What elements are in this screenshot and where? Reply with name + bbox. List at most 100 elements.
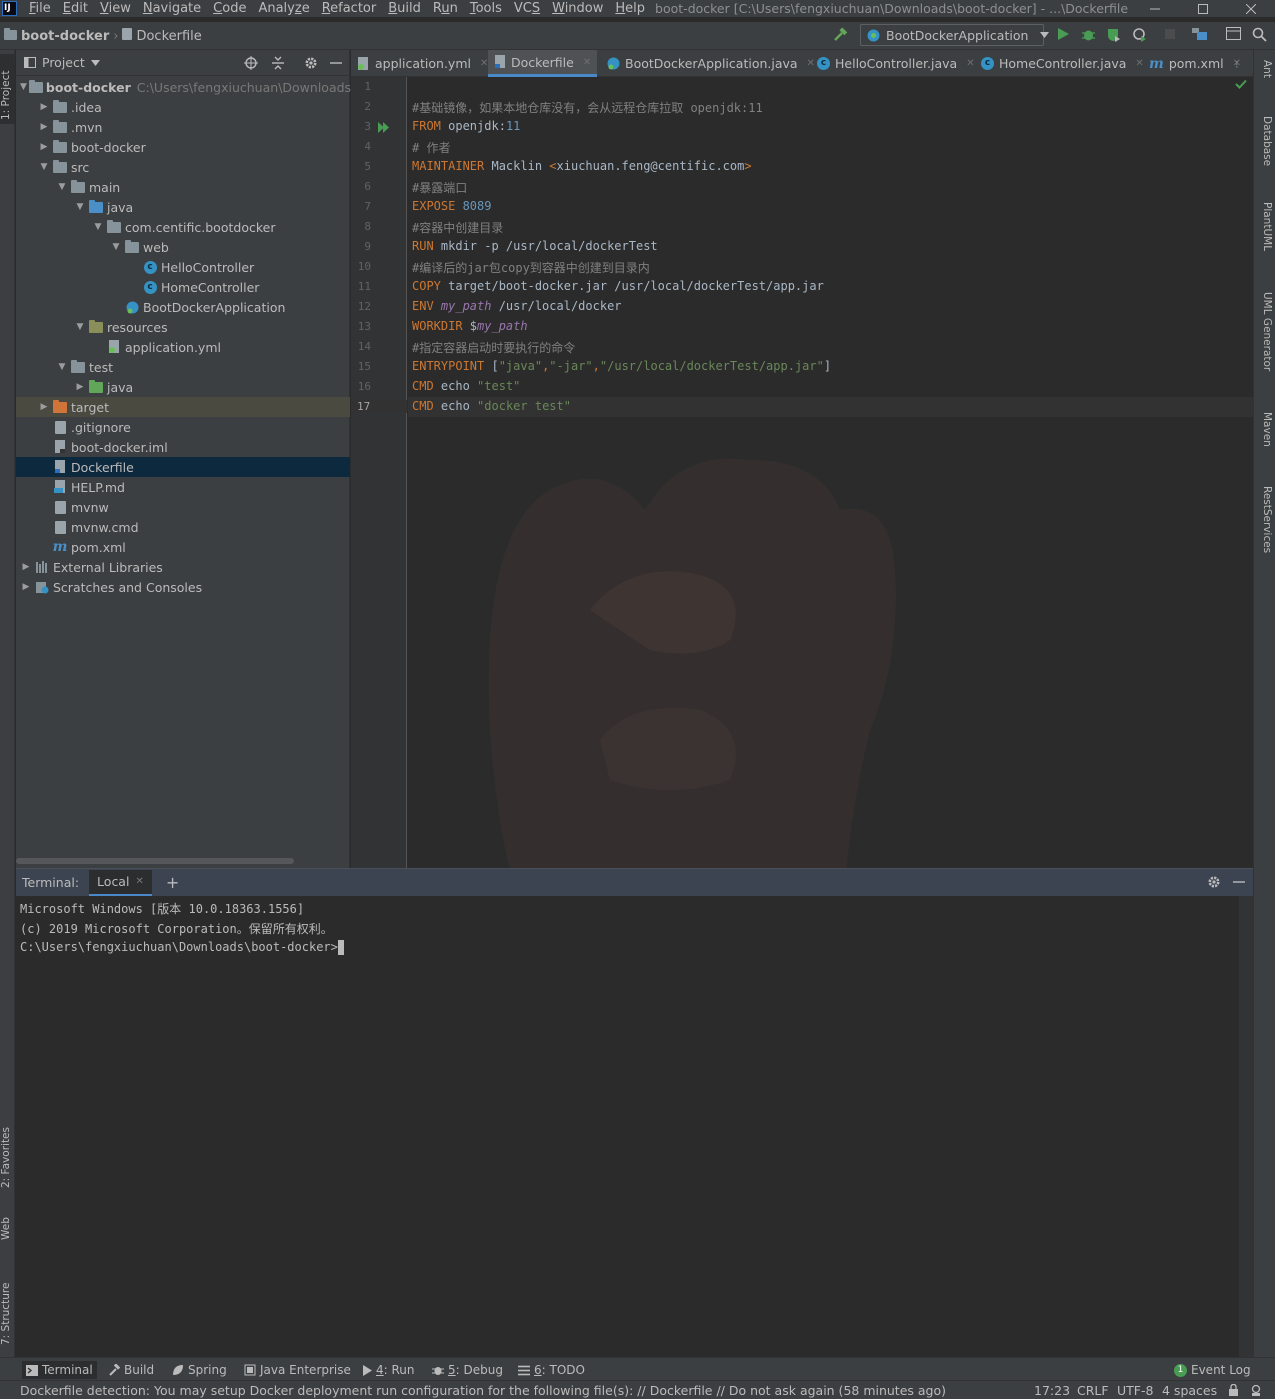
expand-arrow-right-icon[interactable]: ▶ — [20, 582, 32, 592]
tree-item[interactable]: ▶ boot-docker — [16, 137, 350, 157]
tree-item[interactable]: ▼ src — [16, 157, 350, 177]
close-window-icon[interactable] — [1227, 0, 1275, 17]
tree-item[interactable]: ▶ .mvn — [16, 117, 350, 137]
tree-item[interactable]: boot-docker.iml — [16, 437, 350, 457]
tree-item[interactable]: HELP.md — [16, 477, 350, 497]
menu-item[interactable]: Tools — [464, 0, 508, 17]
debug-icon[interactable] — [1081, 27, 1096, 42]
menu-item[interactable]: VCS — [508, 0, 546, 17]
expand-arrow-down-icon[interactable]: ▼ — [56, 182, 68, 192]
expand-arrow-down-icon[interactable]: ▼ — [74, 202, 86, 212]
tree-item[interactable]: c HomeController — [16, 277, 350, 297]
tab-homecontroller[interactable]: c HomeController.java ✕ — [975, 50, 1150, 77]
indent-setting[interactable]: 4 spaces — [1162, 1383, 1217, 1398]
menu-item[interactable]: File — [23, 0, 57, 17]
code-editor[interactable]: #基础镜像，如果本地仓库没有，会从远程仓库拉取 openjdk:11 FROM … — [408, 77, 1253, 868]
chevron-down-icon[interactable] — [90, 59, 100, 66]
tree-item[interactable]: ▼ java — [16, 197, 350, 217]
menu-item[interactable]: View — [94, 0, 137, 17]
project-view-select[interactable]: Project — [42, 55, 85, 70]
todo-tool-tab[interactable]: 6: TODO — [514, 1361, 589, 1379]
vertical-scrollbar[interactable] — [1239, 896, 1253, 1357]
expand-arrow-down-icon[interactable]: ▼ — [110, 242, 122, 252]
expand-arrow-right-icon[interactable]: ▶ — [38, 142, 50, 152]
gear-icon[interactable] — [1207, 875, 1221, 889]
inspection-ok-icon[interactable] — [1235, 79, 1247, 89]
close-tab-icon[interactable]: ✕ — [583, 57, 591, 68]
tree-item[interactable]: ▼ test — [16, 357, 350, 377]
search-everywhere-icon[interactable] — [1252, 27, 1267, 42]
tab-hellocontroller[interactable]: c HelloController.java ✕ — [811, 50, 981, 77]
debug-tool-tab[interactable]: 5: Debug — [428, 1361, 507, 1379]
layout-icon[interactable] — [1226, 27, 1241, 41]
lock-icon[interactable] — [1228, 1384, 1239, 1396]
horizontal-scrollbar[interactable] — [16, 858, 294, 864]
status-message[interactable]: Dockerfile detection: You may setup Dock… — [20, 1383, 946, 1398]
tree-item[interactable]: ▶ java — [16, 377, 350, 397]
maximize-icon[interactable] — [1179, 0, 1227, 17]
collapse-all-icon[interactable] — [271, 56, 285, 70]
tree-item[interactable]: Dockerfile — [16, 457, 350, 477]
minimize-icon[interactable] — [1131, 0, 1179, 17]
expand-arrow-right-icon[interactable]: ▶ — [74, 382, 86, 392]
tree-item[interactable]: ▼ web — [16, 237, 350, 257]
tree-item[interactable]: .gitignore — [16, 417, 350, 437]
tab-application-yml[interactable]: application.yml ✕ — [351, 50, 494, 77]
tree-item[interactable]: BootDockerApplication — [16, 297, 350, 317]
menu-item[interactable]: Window — [546, 0, 609, 17]
run-icon[interactable] — [1056, 27, 1070, 41]
expand-arrow-right-icon[interactable]: ▶ — [38, 402, 50, 412]
menu-item[interactable]: Edit — [57, 0, 94, 17]
expand-arrow-right-icon[interactable]: ▶ — [38, 122, 50, 132]
uml-generator-tool-label[interactable]: UML Generator — [1257, 292, 1273, 371]
tree-item[interactable]: ▶ Scratches and Consoles — [16, 577, 350, 597]
expand-arrow-right-icon[interactable]: ▶ — [38, 102, 50, 112]
event-log-tool-tab[interactable]: 1 Event Log — [1170, 1361, 1255, 1379]
expand-arrow-down-icon[interactable]: ▼ — [38, 162, 50, 172]
favorites-tool-label[interactable]: 2: Favorites — [0, 1108, 15, 1188]
terminal-output[interactable]: Microsoft Windows [版本 10.0.18363.1556] (… — [16, 896, 1253, 1357]
terminal-tool-tab[interactable]: Terminal — [22, 1361, 97, 1379]
project-tool-button[interactable]: 1: Project — [0, 54, 15, 124]
breadcrumb-file[interactable]: Dockerfile — [136, 29, 201, 44]
gear-icon[interactable] — [304, 56, 318, 70]
run-tool-tab[interactable]: 4: Run — [358, 1361, 419, 1379]
menu-item[interactable]: Analyze — [252, 0, 315, 17]
tree-item[interactable]: ▼ resources — [16, 317, 350, 337]
hide-panel-icon[interactable] — [1233, 875, 1245, 889]
hide-panel-icon[interactable] — [330, 56, 342, 70]
expand-arrow-down-icon[interactable]: ▼ — [56, 362, 68, 372]
expand-arrow-right-icon[interactable]: ▶ — [20, 562, 32, 572]
menu-item[interactable]: Navigate — [137, 0, 207, 17]
tree-item[interactable]: m pom.xml — [16, 537, 350, 557]
expand-arrow-down-icon[interactable]: ▼ — [74, 322, 86, 332]
tree-item[interactable]: ▶ target — [16, 397, 350, 417]
new-terminal-plus-icon[interactable]: + — [166, 873, 179, 892]
run-configuration-select[interactable]: BootDockerApplication — [860, 24, 1050, 46]
web-tool-label[interactable]: Web — [0, 1200, 15, 1240]
spring-tool-tab[interactable]: Spring — [168, 1361, 231, 1379]
terminal-tab-local[interactable]: Local ✕ — [89, 869, 152, 896]
tab-pom-xml[interactable]: m pom.xml ✕ — [1143, 50, 1247, 77]
tree-item[interactable]: ▼ boot-docker C:\Users\fengxiuchuan\Downlo… — [16, 77, 363, 97]
close-tab-icon[interactable]: ✕ — [966, 58, 974, 69]
restservices-tool-label[interactable]: RestServices — [1257, 486, 1273, 553]
inspector-icon[interactable] — [1250, 1384, 1262, 1396]
expand-arrow-down-icon[interactable]: ▼ — [92, 222, 104, 232]
database-tool-label[interactable]: Database — [1257, 116, 1273, 166]
menu-item[interactable]: Run — [427, 0, 464, 17]
expand-arrow-down-icon[interactable]: ▼ — [20, 82, 27, 92]
tree-item[interactable]: mvnw — [16, 497, 350, 517]
plantuml-tool-label[interactable]: PlantUML — [1257, 202, 1273, 251]
tree-item[interactable]: ▶ External Libraries — [16, 557, 350, 577]
profile-icon[interactable] — [1132, 27, 1147, 42]
caret-position[interactable]: 17:23 — [1034, 1383, 1070, 1398]
tree-item[interactable]: ▼ com.centific.bootdocker — [16, 217, 350, 237]
tree-item[interactable]: mvnw.cmd — [16, 517, 350, 537]
tree-item[interactable]: ▶ .idea — [16, 97, 350, 117]
maven-tool-label[interactable]: Maven — [1257, 412, 1273, 447]
tree-item[interactable]: ▼ main — [16, 177, 350, 197]
ant-tool-label[interactable]: Ant — [1257, 60, 1273, 78]
project-structure-icon[interactable] — [1192, 27, 1208, 41]
menu-item[interactable]: Help — [609, 0, 651, 17]
